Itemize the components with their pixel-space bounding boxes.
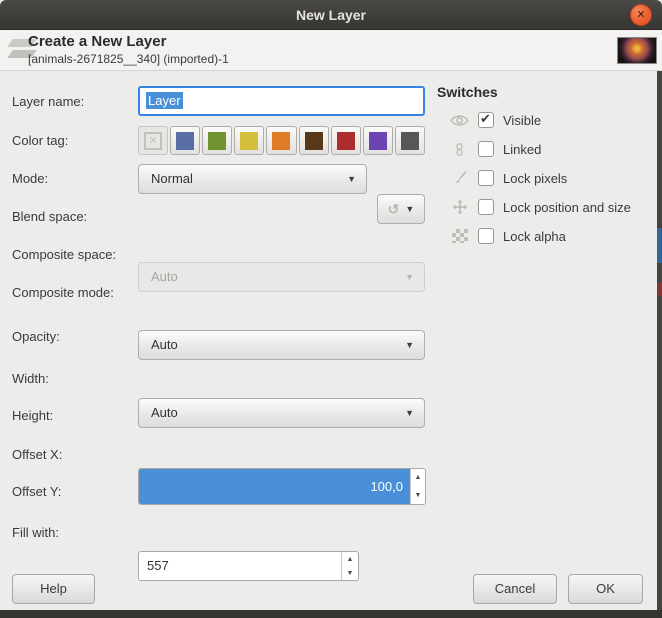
lock-pixels-label: Lock pixels	[503, 170, 568, 186]
chain-icon	[450, 141, 469, 157]
mode-switch-icon: ↺	[387, 201, 400, 217]
composite-space-dropdown[interactable]: Auto ▼	[138, 330, 425, 360]
lock-alpha-checkbox[interactable]	[478, 228, 494, 244]
width-input[interactable]: 557 ▲ ▼	[138, 551, 359, 581]
color-tag-blue-button[interactable]	[170, 126, 201, 155]
color-tag-label: Color tag:	[12, 133, 69, 148]
cancel-button[interactable]: Cancel	[473, 574, 557, 604]
window-title: New Layer	[295, 7, 367, 23]
chevron-down-icon: ▼	[347, 174, 356, 184]
height-label: Height:	[12, 408, 54, 423]
close-button[interactable]: ✕	[630, 4, 652, 26]
color-tag-green-button[interactable]	[202, 126, 233, 155]
dialog-header: Create a New Layer [animals-2671825__340…	[0, 30, 662, 71]
switch-row-lock-position: Lock position and size	[450, 197, 631, 217]
close-icon: ✕	[636, 9, 646, 21]
image-name: [animals-2671825__340] (imported)-1	[28, 52, 229, 66]
switch-row-lock-pixels: Lock pixels	[450, 168, 567, 188]
background-window-bottom-edge	[0, 610, 662, 618]
chevron-down-icon: ▼	[405, 272, 414, 282]
ok-button[interactable]: OK	[568, 574, 643, 604]
lock-pixels-checkbox[interactable]	[478, 170, 494, 186]
switch-row-lock-alpha: Lock alpha	[450, 226, 566, 246]
paintbrush-icon	[450, 170, 469, 186]
composite-mode-label: Composite mode:	[12, 285, 114, 300]
composite-space-label: Composite space:	[12, 247, 117, 262]
dialog-title: Create a New Layer	[28, 33, 167, 50]
mode-value: Normal	[151, 171, 193, 186]
visible-checkbox[interactable]	[478, 111, 494, 128]
titlebar[interactable]: New Layer ✕	[0, 0, 662, 30]
chevron-down-icon: ▼	[405, 340, 414, 350]
layer-name-value: Layer	[146, 92, 183, 109]
mode-label: Mode:	[12, 171, 49, 186]
color-tag-group: ✕	[138, 126, 425, 155]
spin-down-icon[interactable]: ▼	[347, 570, 354, 577]
chevron-down-icon: ▼	[405, 204, 415, 214]
opacity-value: 100,0	[370, 479, 403, 494]
composite-mode-dropdown[interactable]: Auto ▼	[138, 398, 425, 428]
spin-up-icon[interactable]: ▲	[415, 474, 422, 481]
composite-mode-value: Auto	[151, 405, 178, 420]
blend-space-dropdown: Auto ▼	[138, 262, 425, 292]
linked-checkbox[interactable]	[478, 141, 494, 157]
switch-row-visible: Visible	[450, 110, 541, 130]
chevron-down-icon: ▼	[405, 408, 414, 418]
blend-space-label: Blend space:	[12, 209, 88, 224]
opacity-slider[interactable]: 100,0 ▲ ▼	[138, 468, 426, 505]
composite-space-value: Auto	[151, 337, 178, 352]
spin-down-icon[interactable]: ▼	[415, 492, 422, 499]
eye-icon	[450, 112, 469, 128]
width-value: 557	[147, 558, 169, 573]
switch-row-linked: Linked	[450, 139, 541, 159]
color-tag-none-button[interactable]: ✕	[138, 126, 169, 155]
width-label: Width:	[12, 371, 49, 386]
opacity-spinner[interactable]: ▲ ▼	[410, 469, 425, 504]
color-tag-red-button[interactable]	[330, 126, 361, 155]
color-tag-purple-button[interactable]	[362, 126, 393, 155]
offset-y-label: Offset Y:	[12, 484, 62, 499]
opacity-fill	[139, 469, 410, 504]
mode-group-switch-button[interactable]: ↺ ▼	[377, 194, 425, 224]
opacity-label: Opacity:	[12, 329, 60, 344]
switches-heading: Switches	[437, 84, 498, 100]
new-layer-dialog: New Layer ✕ Create a New Layer [animals-…	[0, 0, 662, 618]
lock-position-label: Lock position and size	[503, 199, 631, 215]
lock-alpha-label: Lock alpha	[503, 228, 566, 244]
color-tag-brown-button[interactable]	[298, 126, 329, 155]
background-window-edge	[657, 71, 662, 610]
mode-dropdown[interactable]: Normal ▼	[138, 164, 367, 194]
color-tag-gray-button[interactable]	[394, 126, 425, 155]
lock-position-checkbox[interactable]	[478, 199, 494, 215]
fill-with-label: Fill with:	[12, 525, 59, 540]
width-spinner[interactable]: ▲ ▼	[341, 552, 358, 580]
color-tag-yellow-button[interactable]	[234, 126, 265, 155]
layer-name-label: Layer name:	[12, 94, 85, 109]
linked-label: Linked	[503, 141, 542, 157]
visible-label: Visible	[503, 112, 542, 128]
image-thumbnail	[617, 37, 657, 64]
help-button[interactable]: Help	[12, 574, 95, 604]
offset-x-label: Offset X:	[12, 447, 63, 462]
checkerboard-icon	[450, 228, 469, 244]
spin-up-icon[interactable]: ▲	[347, 556, 354, 563]
move-icon	[450, 199, 469, 215]
blend-space-value: Auto	[151, 269, 178, 284]
layer-name-input[interactable]: Layer	[138, 86, 425, 116]
color-tag-orange-button[interactable]	[266, 126, 297, 155]
no-color-icon: ✕	[144, 131, 163, 150]
